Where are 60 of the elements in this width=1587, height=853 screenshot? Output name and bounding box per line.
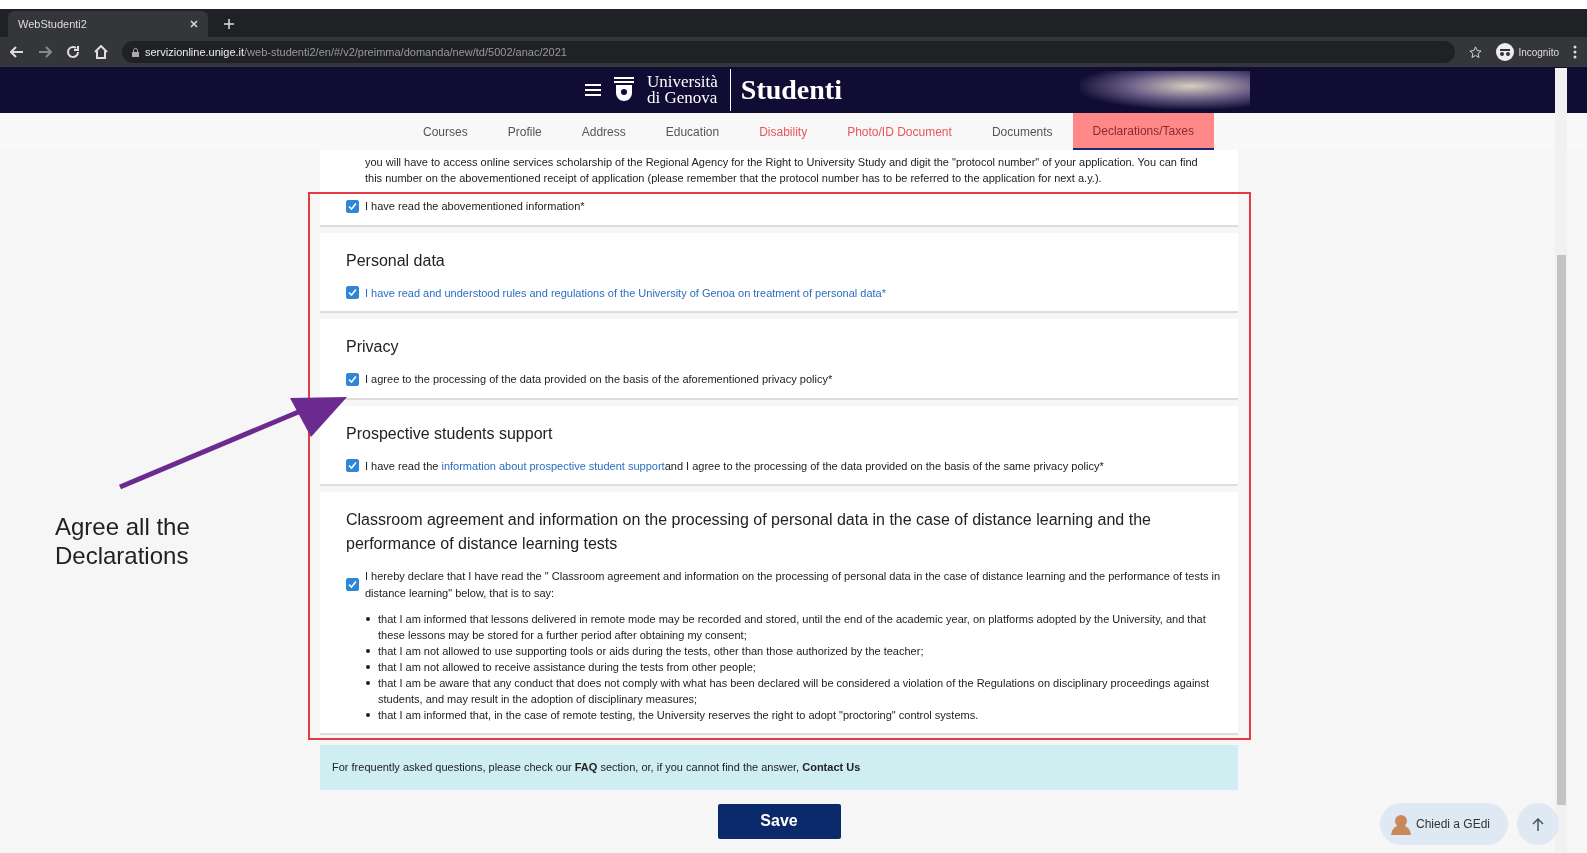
section-title: Prospective students support bbox=[346, 423, 554, 444]
section-title: Privacy bbox=[346, 337, 400, 357]
home-icon[interactable] bbox=[94, 45, 108, 59]
checkbox[interactable] bbox=[346, 372, 359, 386]
scroll-top-button[interactable] bbox=[1517, 803, 1559, 845]
lock-icon bbox=[132, 47, 139, 57]
list-item: that I am be aware that any conduct that does not comply with what has been declared will be considered a violation of the Regulations on disciplinary proceedings against students, and may result in the adoption of disciplinary measures; bbox=[378, 676, 1210, 707]
list-item: that I am informed that, in the case of remote testing, the University reserves the right to adopt "proctoring" control systems. bbox=[378, 708, 979, 723]
close-icon[interactable] bbox=[190, 20, 198, 28]
star-icon[interactable] bbox=[1469, 45, 1483, 59]
tab-title: WebStudenti2 bbox=[18, 16, 88, 32]
app-title: Studenti bbox=[729, 69, 842, 111]
profile-label[interactable]: Incognito bbox=[1518, 44, 1559, 60]
forward-icon[interactable] bbox=[38, 45, 52, 59]
browser-tab[interactable]: WebStudenti2 bbox=[8, 11, 208, 37]
logo-text: Università bbox=[647, 74, 718, 90]
bullet-icon bbox=[366, 649, 370, 653]
chat-button[interactable]: Chiedi a GEdi bbox=[1380, 803, 1508, 845]
reload-icon[interactable] bbox=[66, 45, 80, 59]
bullet-icon bbox=[366, 681, 370, 685]
list-item: that I am informed that lessons delivered in remote mode may be recorded and stored, until the end of the academic year, on platforms adopted by the University, and that these lessons may be stored for a further period after obtaining my consent; bbox=[378, 612, 1207, 643]
incognito-icon bbox=[1496, 43, 1515, 61]
nav-tab[interactable]: Courses bbox=[403, 113, 488, 150]
back-icon[interactable] bbox=[10, 45, 24, 59]
menu-icon[interactable] bbox=[1573, 45, 1577, 59]
section-title: Personal data bbox=[346, 250, 446, 271]
section-title: Classroom agreement and information on the processing of personal data in the case of distance learning and the performance of distance learning tests bbox=[346, 510, 1152, 554]
nav-tab[interactable]: Address bbox=[561, 113, 646, 150]
link[interactable]: information about prospective student support bbox=[441, 459, 665, 472]
logo-text: di Genova bbox=[647, 90, 718, 106]
checkbox-label: I have read the information about prospective student supportand I agree to the processing of the data provided on the basis of the same privacy policy* bbox=[365, 458, 1104, 474]
address-bar[interactable]: servizionline.unige.it/web-studenti2/en/#/v2/preimma/domanda/new/td/5002/anac/2021 bbox=[122, 41, 1456, 63]
checkbox[interactable] bbox=[346, 459, 359, 473]
annotation-text: Agree all the Declarations bbox=[55, 512, 191, 570]
bullet-icon bbox=[366, 617, 370, 621]
checkbox[interactable] bbox=[346, 199, 359, 213]
crest-logo-icon bbox=[613, 77, 635, 103]
save-button[interactable]: Save bbox=[717, 803, 841, 839]
help-notice: For frequently asked questions, please check our FAQ section, or, if you cannot find the answer, Contact Us bbox=[320, 745, 1238, 790]
nav-tab[interactable]: Profile bbox=[487, 113, 562, 150]
new-tab-icon[interactable] bbox=[224, 19, 234, 29]
info-paragraph: you will have to access online services scholarship of the Regional Agency for the Right to University Study and digit the "protocol number" of your application. You can find this number on the abovementioned receipt of application (please remember that the protocol number has to be referred to the application for next a.y.). bbox=[320, 150, 1238, 190]
scrollbar-thumb[interactable] bbox=[1557, 255, 1566, 805]
checkbox[interactable] bbox=[346, 578, 359, 591]
menu-icon[interactable] bbox=[585, 84, 601, 96]
avatar-icon bbox=[1390, 813, 1412, 835]
bullet-icon bbox=[366, 713, 370, 717]
checkbox-label: I have read and understood rules and regulations of the University of Genoa on treatment of personal data* bbox=[365, 285, 886, 301]
nav-tab[interactable]: Declarations/Taxes bbox=[1072, 113, 1214, 150]
checkbox-label: I agree to the processing of the data provided on the basis of the aforementioned privacy policy* bbox=[365, 372, 833, 387]
nav-tab[interactable]: Education bbox=[645, 113, 740, 150]
checkbox-label: I hereby declare that I have read the " Classroom agreement and information on the processing of personal data in the case of distance learning and the performance of tests in distance learning" below, that is to say: bbox=[365, 569, 1222, 601]
url-text: servizionline.unige.it/web-studenti2/en/#/v2/preimma/domanda/new/td/5002/anac/2021 bbox=[145, 44, 567, 60]
arrow-up-icon bbox=[1531, 817, 1545, 832]
list-item: that I am not allowed to receive assistance during the tests from other people; bbox=[378, 660, 756, 675]
list-item: that I am not allowed to use supporting tools or aids during the tests, other than those authorized by the teacher; bbox=[378, 644, 924, 659]
nav-tab[interactable]: Documents bbox=[971, 113, 1073, 150]
checkbox[interactable] bbox=[346, 286, 359, 300]
checkbox-label: I have read the abovementioned information* bbox=[365, 199, 585, 214]
bullet-icon bbox=[366, 665, 370, 669]
